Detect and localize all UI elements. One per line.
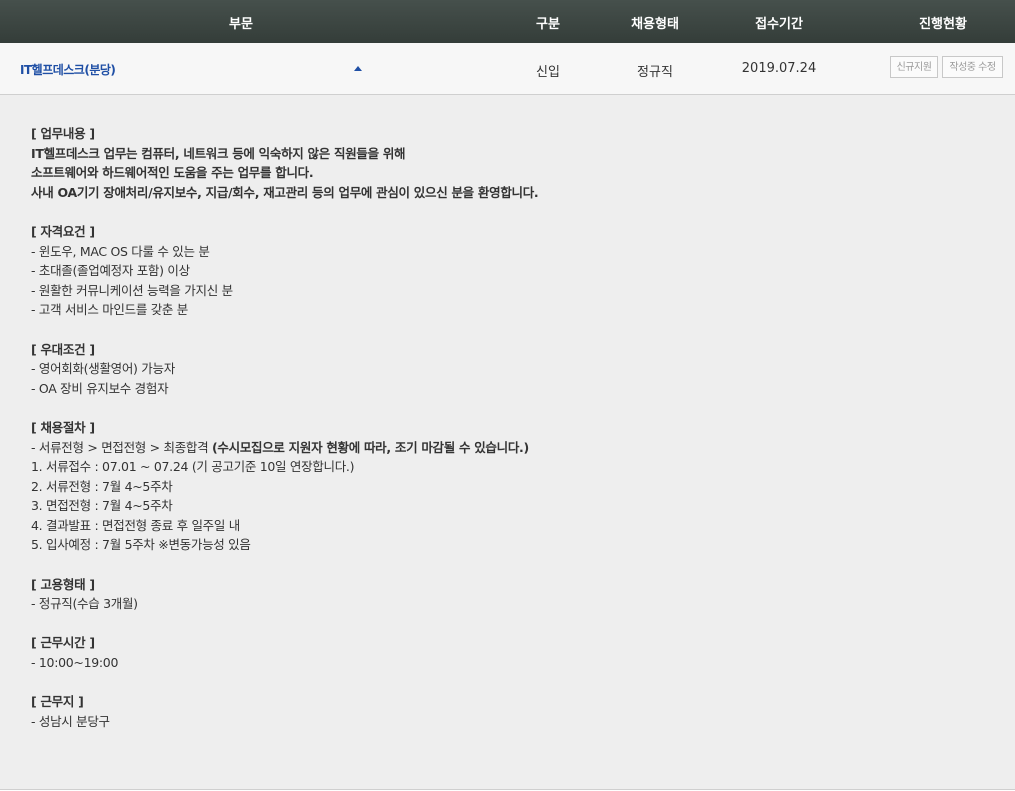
apply-button[interactable]: 신규지원 xyxy=(890,56,938,78)
header-category: 구분 xyxy=(536,17,560,32)
duty-line: 소프트웨어와 하드웨어적인 도움을 주는 업무를 합니다. xyxy=(31,165,314,181)
qualification-line: - 윈도우, MAC OS 다룰 수 있는 분 xyxy=(31,243,210,259)
hours-line: - 10:00~19:00 xyxy=(31,655,119,671)
collapse-caret-icon[interactable] xyxy=(354,66,362,71)
section-heading-duty: [ 업무내용 ] xyxy=(31,126,95,141)
section-heading-preferences: [ 우대조건 ] xyxy=(31,341,95,357)
qualification-line: - 원활한 커뮤니케이션 능력을 가지신 분 xyxy=(31,282,233,298)
duty-line: IT헬프데스크 업무는 컴퓨터, 네트워크 등에 익숙하지 않은 직원들을 위해 xyxy=(31,145,406,161)
process-step: 5. 입사예정 : 7월 5주차 ※변동가능성 있음 xyxy=(31,537,251,553)
section-heading-employment: [ 고용형태 ] xyxy=(31,576,95,592)
header-application-period: 접수기간 xyxy=(755,17,803,32)
preference-line: - OA 장비 유지보수 경험자 xyxy=(31,380,169,396)
job-type: 신입 xyxy=(536,65,560,80)
process-step: 2. 서류전형 : 7월 4~5주차 xyxy=(31,478,173,494)
section-heading-location: [ 근무지 ] xyxy=(31,694,84,710)
section-heading-qualifications: [ 자격요건 ] xyxy=(31,223,95,239)
job-period: 2019.07.24 xyxy=(741,61,817,76)
qualification-line: - 초대졸(졸업예정자 포함) 이상 xyxy=(31,263,190,279)
process-step: 1. 서류접수 : 07.01 ~ 07.24 (기 공고기준 10일 연장합니… xyxy=(31,459,355,475)
location-line: - 성남시 분당구 xyxy=(31,713,110,729)
header-status: 진행현황 xyxy=(919,17,967,32)
section-heading-process: [ 채용절차 ] xyxy=(31,419,95,435)
process-step: 3. 면접전형 : 7월 4~5주차 xyxy=(31,498,173,514)
table-header: 부문 구분 채용형태 접수기간 진행현황 xyxy=(0,0,1015,43)
job-employment: 정규직 xyxy=(637,65,673,80)
process-summary-text: - 서류전형 > 면접전형 > 최종합격 xyxy=(31,439,212,455)
process-summary-line: - 서류전형 > 면접전형 > 최종합격 (수시모집으로 지원자 현황에 따라,… xyxy=(31,438,538,458)
process-step: 4. 결과발표 : 면접전형 종료 후 일주일 내 xyxy=(31,517,240,533)
job-description: [ 업무내용 ] IT헬프데스크 업무는 컴퓨터, 네트워크 등에 익숙하지 않… xyxy=(31,124,539,731)
employment-line: - 정규직(수습 3개월) xyxy=(31,596,138,612)
qualification-line: - 고객 서비스 마인드를 갖춘 분 xyxy=(31,302,188,318)
preference-line: - 영어회화(생활영어) 가능자 xyxy=(31,361,175,377)
job-row[interactable]: IT헬프데스크(분당) 신입 정규직 2019.07.24 신규지원 작성중 수… xyxy=(0,43,1015,95)
header-department: 부문 xyxy=(229,17,253,32)
job-title-link[interactable]: IT헬프데스크(분당) xyxy=(20,61,116,78)
job-detail-panel: [ 업무내용 ] IT헬프데스크 업무는 컴퓨터, 네트워크 등에 익숙하지 않… xyxy=(0,95,1015,790)
section-heading-hours: [ 근무시간 ] xyxy=(31,635,95,651)
edit-draft-button[interactable]: 작성중 수정 xyxy=(942,56,1003,78)
header-employment-type: 채용형태 xyxy=(631,17,679,32)
duty-line: 사내 OA기기 장애처리/유지보수, 지급/회수, 재고관리 등의 업무에 관심… xyxy=(31,184,539,200)
process-notice: (수시모집으로 지원자 현황에 따라, 조기 마감될 수 있습니다.) xyxy=(212,439,529,455)
